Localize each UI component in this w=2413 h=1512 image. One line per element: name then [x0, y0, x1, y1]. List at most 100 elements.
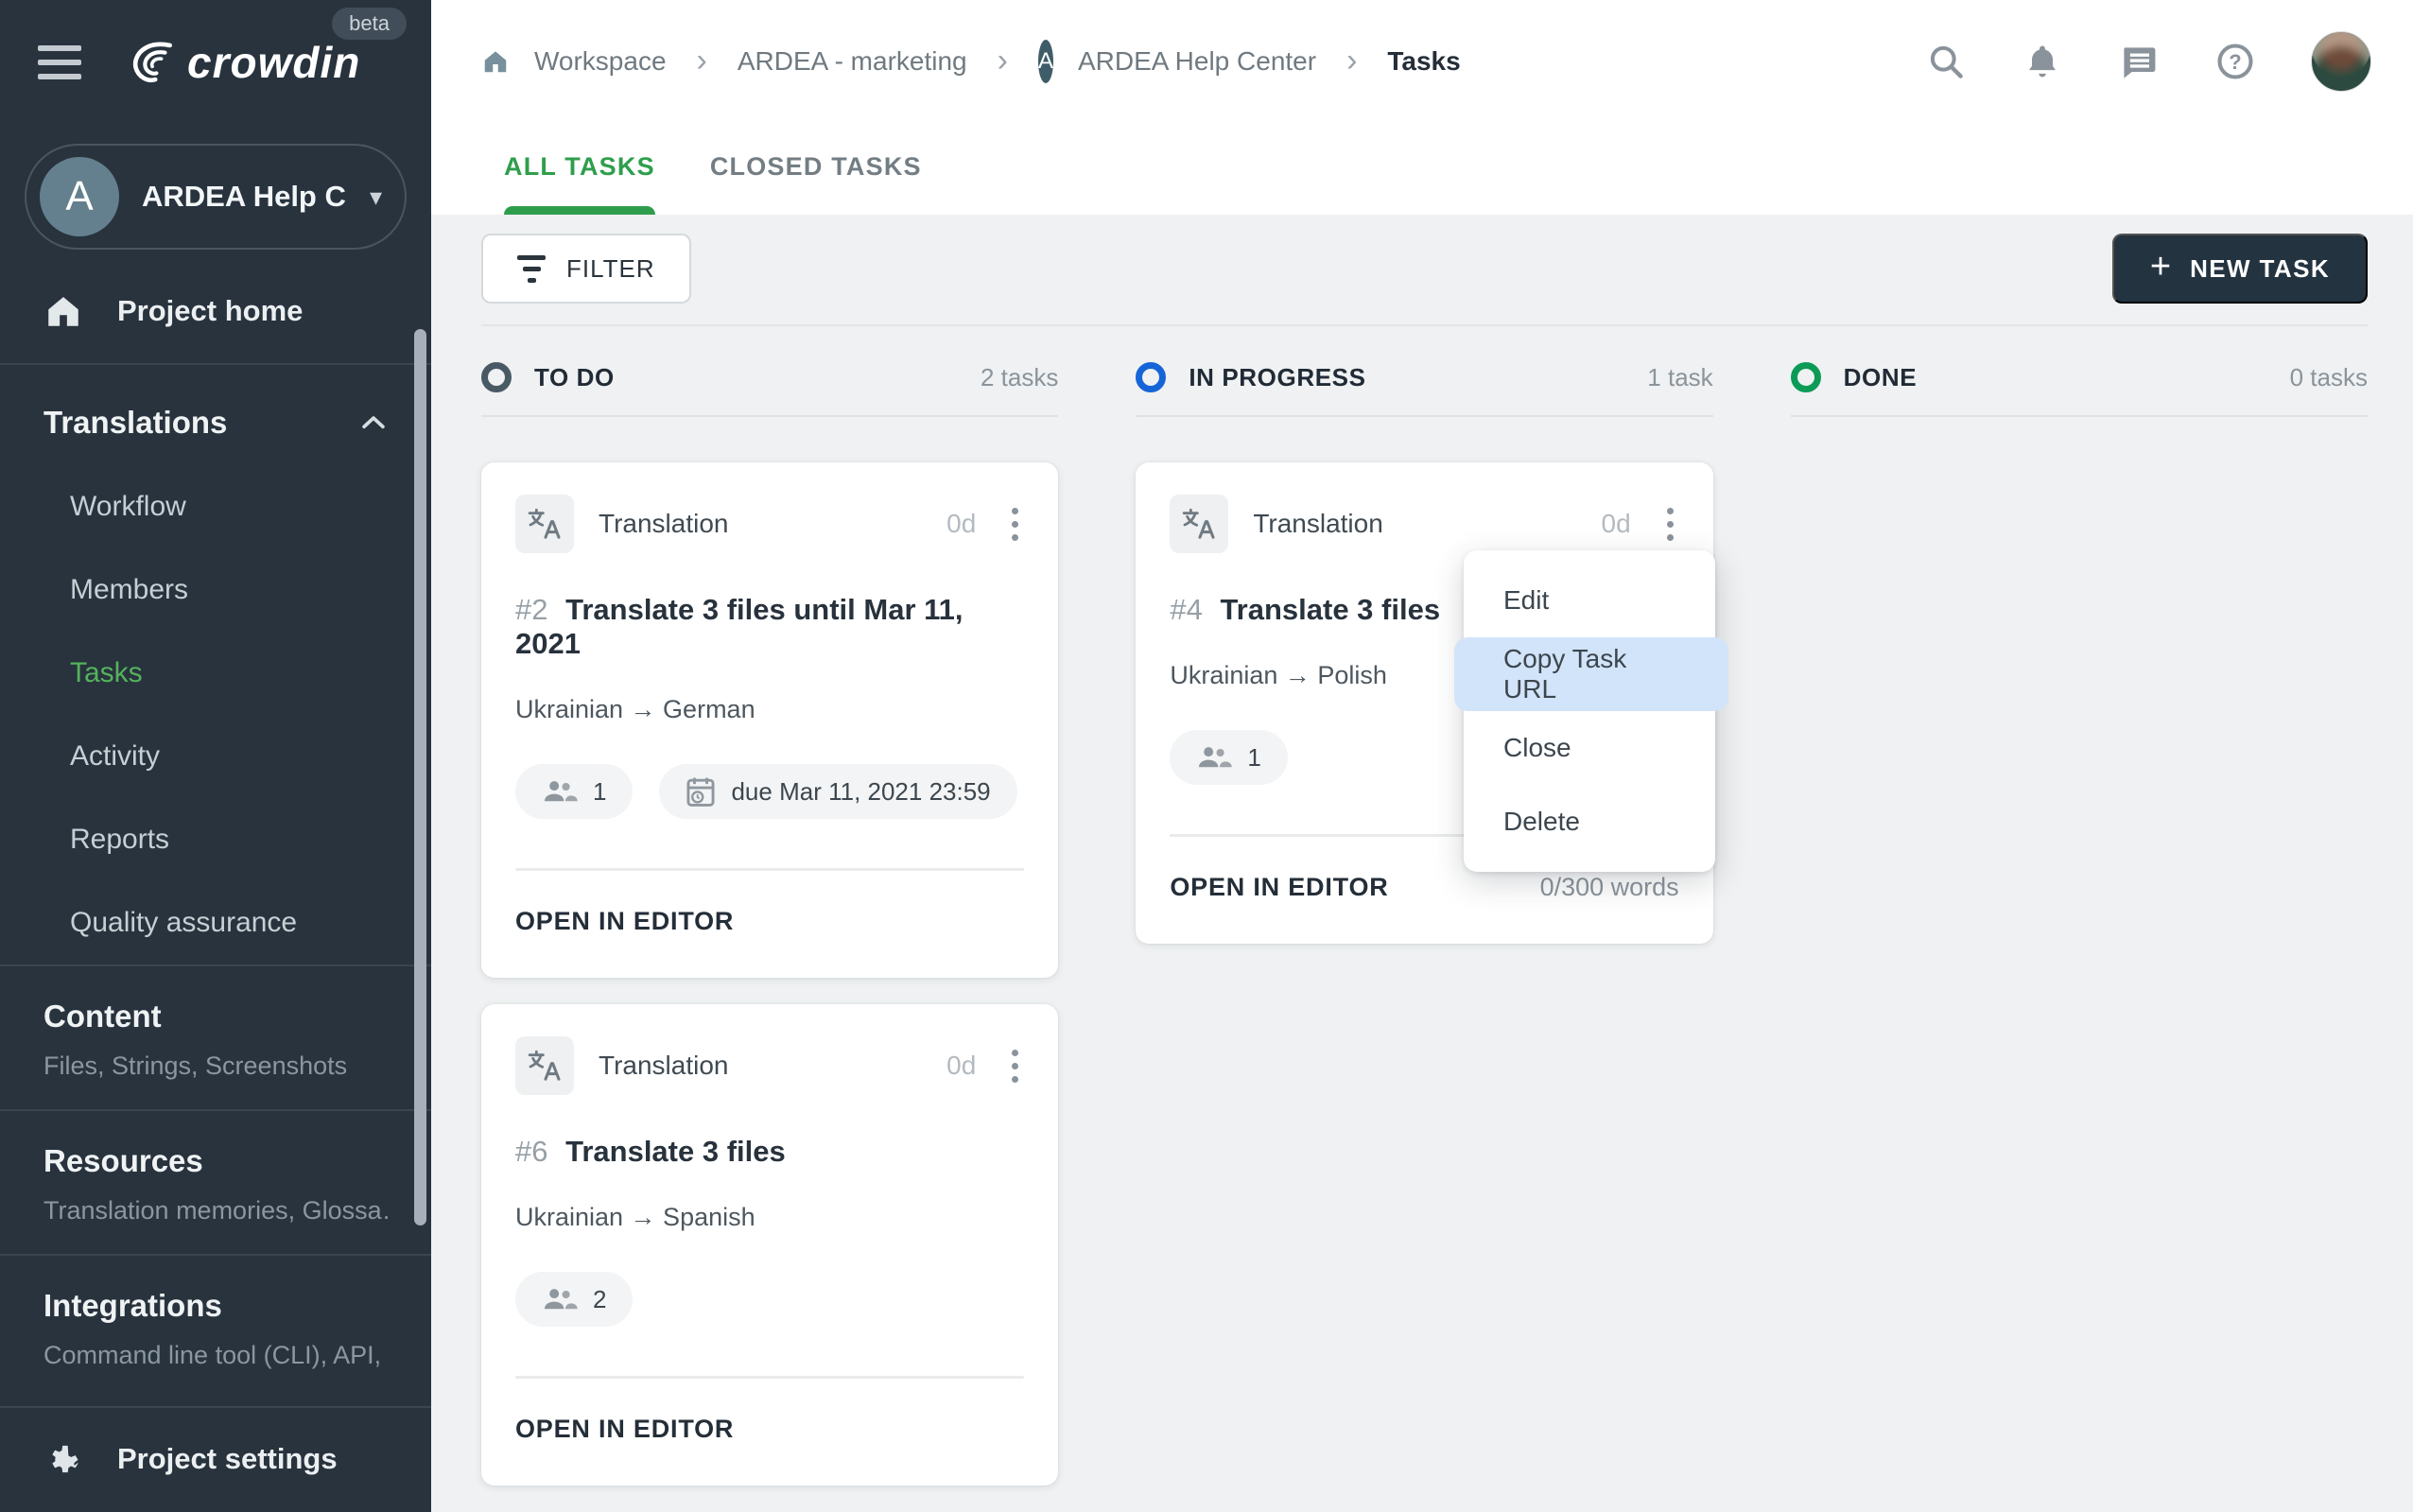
- gear-icon: [43, 1438, 85, 1480]
- in-progress-status-icon: [1136, 362, 1166, 392]
- assignees-badge: 2: [515, 1272, 633, 1327]
- done-status-icon: [1791, 362, 1821, 392]
- chevron-down-icon: ▾: [370, 182, 382, 212]
- words-progress: 0/300 words: [1540, 873, 1679, 902]
- people-icon: [542, 1285, 578, 1313]
- task-id: #6: [515, 1135, 547, 1168]
- breadcrumb-current-page: Tasks: [1387, 46, 1460, 77]
- task-card-6[interactable]: Translation 0d #6 Translate 3 files Ukra…: [481, 1004, 1058, 1486]
- translate-icon: [515, 495, 574, 553]
- menu-item-edit[interactable]: Edit: [1464, 564, 1715, 637]
- assignees-badge: 1: [1170, 730, 1287, 785]
- column-cards: Translation 0d #2 Translate 3 files unti…: [481, 417, 1058, 1486]
- section-label: Translations: [43, 405, 227, 441]
- user-avatar[interactable]: [2311, 31, 2371, 92]
- translate-icon: [515, 1036, 574, 1095]
- toolbar: FILTER + NEW TASK: [481, 215, 2368, 326]
- open-in-editor-button[interactable]: OPEN IN EDITOR: [515, 1415, 734, 1444]
- tab-label: ALL TASKS: [504, 152, 655, 206]
- column-name: IN PROGRESS: [1189, 363, 1365, 392]
- open-in-editor-button[interactable]: OPEN IN EDITOR: [1170, 873, 1388, 902]
- sidebar-section-resources[interactable]: Resources Translation memories, Glossa…: [0, 1111, 431, 1254]
- sidebar-item-project-settings[interactable]: Project settings: [0, 1406, 431, 1512]
- chevron-right-icon: ›: [691, 43, 713, 79]
- chevron-right-icon: ›: [992, 43, 1014, 79]
- project-avatar: A: [40, 157, 119, 236]
- kebab-menu-icon[interactable]: [1006, 1044, 1024, 1088]
- task-title-text: Translate 3 files until Mar 11, 2021: [515, 593, 963, 660]
- task-id: #4: [1170, 593, 1202, 626]
- sidebar-section-integrations[interactable]: Integrations Command line tool (CLI), AP…: [0, 1256, 431, 1399]
- breadcrumb-workspace[interactable]: Workspace: [534, 46, 667, 77]
- crowdin-logo-text: crowdin: [187, 37, 360, 88]
- kebab-menu-icon[interactable]: [1006, 502, 1024, 547]
- crowdin-logo[interactable]: crowdin: [121, 33, 360, 92]
- sidebar-item-tasks[interactable]: Tasks: [0, 632, 431, 715]
- tab-underline: [710, 206, 922, 215]
- sidebar-item-members[interactable]: Members: [0, 548, 431, 632]
- chevron-up-icon: [357, 407, 390, 439]
- column-todo: TO DO 2 tasks: [481, 362, 1058, 1512]
- assignees-count: 1: [593, 777, 606, 807]
- breadcrumb-project-avatar: A: [1038, 40, 1053, 83]
- chevron-right-icon: ›: [1341, 43, 1363, 79]
- messages-icon[interactable]: [2118, 41, 2160, 82]
- new-task-button[interactable]: + NEW TASK: [2112, 234, 2368, 304]
- card-footer: OPEN IN EDITOR: [515, 1379, 1024, 1486]
- sidebar-item-activity[interactable]: Activity: [0, 715, 431, 798]
- app-window: crowdin beta A ARDEA Help Cen… ▾ Project…: [0, 0, 2413, 1512]
- sidebar-item-workflow[interactable]: Workflow: [0, 465, 431, 548]
- filter-label: FILTER: [566, 254, 655, 284]
- home-icon[interactable]: [481, 47, 510, 76]
- open-in-editor-button[interactable]: OPEN IN EDITOR: [515, 907, 734, 936]
- people-icon: [1196, 743, 1232, 772]
- column-done: DONE 0 tasks: [1791, 362, 2368, 1512]
- sidebar-section-content[interactable]: Content Files, Strings, Screenshots: [0, 966, 431, 1109]
- project-selector[interactable]: A ARDEA Help Cen… ▾: [25, 144, 407, 250]
- column-name: DONE: [1844, 363, 1918, 392]
- due-date-text: due Mar 11, 2021 23:59: [731, 777, 990, 807]
- task-type: Translation: [1253, 509, 1382, 539]
- section-subtitle: Translation memories, Glossa…: [43, 1196, 390, 1225]
- column-header: DONE 0 tasks: [1791, 362, 2368, 417]
- sidebar-item-reports[interactable]: Reports: [0, 798, 431, 881]
- menu-item-delete[interactable]: Delete: [1464, 785, 1715, 859]
- task-id: #2: [515, 593, 547, 626]
- task-age: 0d: [946, 1051, 976, 1081]
- kanban-board: TO DO 2 tasks: [481, 326, 2368, 1512]
- sidebar-item-project-home[interactable]: Project home: [0, 259, 431, 363]
- breadcrumb-org[interactable]: ARDEA - marketing: [738, 46, 967, 77]
- sidebar-item-label: Project settings: [117, 1442, 338, 1476]
- tabs-bar: ALL TASKS CLOSED TASKS: [431, 122, 2413, 215]
- menu-item-copy-task-url[interactable]: Copy Task URL: [1454, 637, 1728, 711]
- column-count: 2 tasks: [981, 363, 1058, 392]
- sidebar-section-translations[interactable]: Translations: [0, 365, 431, 465]
- help-icon[interactable]: ?: [2214, 41, 2256, 82]
- menu-item-close[interactable]: Close: [1464, 711, 1715, 785]
- project-name: ARDEA Help Cen…: [142, 180, 347, 214]
- section-subtitle: Files, Strings, Screenshots: [43, 1051, 390, 1081]
- card-header: Translation 0d: [1170, 495, 1678, 553]
- filter-button[interactable]: FILTER: [481, 234, 691, 304]
- section-label: Integrations: [43, 1288, 390, 1324]
- column-header: TO DO 2 tasks: [481, 362, 1058, 417]
- sidebar-scrollbar[interactable]: [414, 329, 426, 1225]
- section-label: Content: [43, 999, 390, 1034]
- tab-closed-tasks[interactable]: CLOSED TASKS: [687, 152, 945, 215]
- breadcrumb: Workspace › ARDEA - marketing › A ARDEA …: [481, 40, 1461, 83]
- task-age: 0d: [1602, 509, 1631, 539]
- new-task-label: NEW TASK: [2190, 254, 2330, 284]
- breadcrumb-project[interactable]: ARDEA Help Center: [1078, 46, 1316, 77]
- hamburger-menu-icon[interactable]: [38, 45, 81, 79]
- task-card-2[interactable]: Translation 0d #2 Translate 3 files unti…: [481, 462, 1058, 978]
- sidebar-item-quality-assurance[interactable]: Quality assurance: [0, 881, 431, 965]
- kebab-menu-icon[interactable]: [1661, 502, 1679, 547]
- column-in-progress: IN PROGRESS 1 task: [1136, 362, 1712, 1512]
- tab-all-tasks[interactable]: ALL TASKS: [481, 152, 678, 215]
- home-icon: [43, 291, 83, 331]
- crowdin-logo-mark: [121, 33, 180, 92]
- notifications-bell-icon[interactable]: [2022, 41, 2063, 82]
- sidebar-header: crowdin beta: [0, 0, 431, 125]
- assignees-count: 1: [1247, 743, 1260, 773]
- search-icon[interactable]: [1925, 41, 1967, 82]
